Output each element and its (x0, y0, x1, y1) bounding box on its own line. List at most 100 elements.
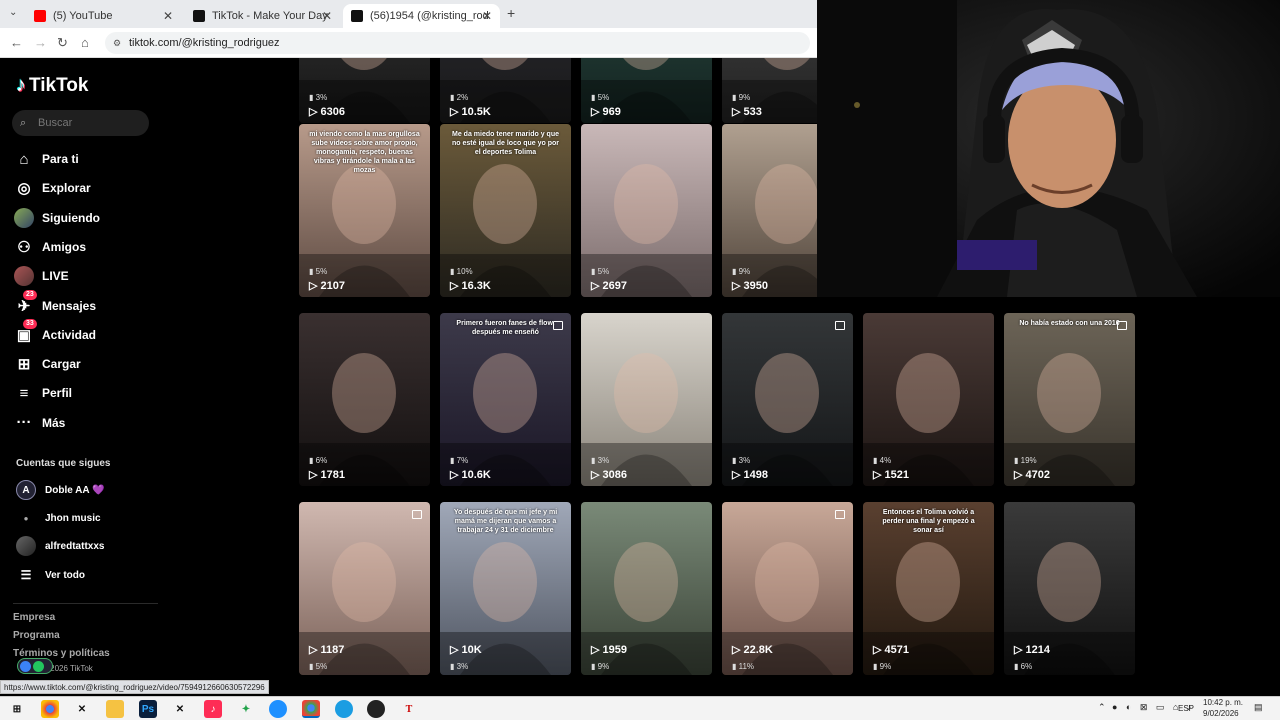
obs-icon[interactable] (367, 700, 385, 718)
tab-list-icon[interactable]: ⌄ (9, 7, 17, 18)
video-card[interactable]: ▮ 2% ▷ 10.5K (440, 58, 571, 123)
app-x2-icon[interactable]: ✕ (171, 700, 189, 718)
close-tab-icon[interactable]: ✕ (322, 9, 332, 23)
see-all-link[interactable]: ☰ Ver todo (16, 565, 85, 585)
video-card[interactable]: Me da miedo tener marido y que no esté i… (440, 124, 571, 297)
sidebar-item-m-s[interactable]: ··· Más (14, 413, 66, 433)
text-app-icon[interactable]: T (400, 700, 418, 718)
tab-title: (5) YouTube (53, 10, 113, 22)
percent-value: 10% (456, 267, 473, 276)
close-tab-icon[interactable]: ✕ (482, 9, 492, 23)
sidebar-item-para-ti[interactable]: ⌂ Para ti (14, 149, 78, 169)
percent-value: 6% (1020, 662, 1033, 671)
clock-date[interactable]: 9/02/2026 (1203, 709, 1239, 718)
floating-app-button[interactable] (17, 658, 53, 674)
url-field[interactable]: ⚙ tiktok.com/@kristing_rodriguez (105, 32, 810, 54)
notification-icon[interactable]: ▤ (1254, 702, 1263, 713)
windows-start-icon[interactable]: ⊞ (8, 700, 26, 718)
engagement-percent: ▮ 2% (450, 93, 468, 102)
sidebar-item-mensajes[interactable]: ✈ 23 Mensajes (14, 289, 96, 316)
footer-link-empresa[interactable]: Empresa (13, 612, 55, 623)
new-tab-icon[interactable]: + (507, 5, 515, 21)
chrome-active-icon[interactable] (302, 700, 320, 718)
sidebar-item-amigos[interactable]: ⚇ Amigos (14, 237, 86, 257)
photo-mode-icon (1117, 321, 1127, 330)
back-icon[interactable]: ← (10, 35, 23, 50)
file-explorer-icon[interactable] (106, 700, 124, 718)
photoshop-icon[interactable]: Ps (139, 700, 157, 718)
percent-value: 11% (738, 662, 755, 671)
sidebar-item-label: LIVE (42, 269, 69, 284)
view-count: ▷ 1214 (1014, 643, 1050, 656)
video-card[interactable]: Entonces el Tolima volvió a perder una f… (863, 502, 994, 675)
following-item[interactable]: A Doble AA 💜 (16, 480, 105, 500)
footer-link-programa[interactable]: Programa (13, 630, 60, 641)
video-card[interactable]: No había estado con una 2010 ▮ 19% ▷ 4702 (1004, 313, 1135, 486)
home-icon[interactable]: ⌂ (81, 35, 89, 50)
more-icon: ··· (16, 414, 32, 432)
search-input[interactable]: ⌕ Buscar (12, 110, 149, 136)
green-app-icon[interactable]: ✦ (237, 700, 255, 718)
video-card[interactable]: ▮ 3% ▷ 3086 (581, 313, 712, 486)
video-card[interactable]: ▮ 6% ▷ 1214 (1004, 502, 1135, 675)
view-count: ▷ 6306 (309, 105, 345, 118)
percent-value: 19% (1020, 456, 1037, 465)
video-card[interactable]: mi viendo como la mas orgullosa sube vid… (299, 124, 430, 297)
site-info-icon[interactable]: ⚙ (113, 32, 121, 54)
tiktok-icon (351, 10, 363, 22)
sidebar-item-perfil[interactable]: ≡ Perfil (14, 383, 72, 403)
tray-chevron-icon[interactable]: ⌃ (1098, 702, 1106, 713)
clock-time[interactable]: 10:42 p. m. (1203, 698, 1243, 707)
engagement-percent: ▮ 5% (591, 93, 609, 102)
bar-chart-icon: ▮ (732, 662, 739, 671)
engagement-percent: ▮ 3% (591, 456, 609, 465)
sidebar-item-cargar[interactable]: ⊞ Cargar (14, 354, 81, 374)
video-card[interactable]: ▮ 6% ▷ 1781 (299, 313, 430, 486)
edge-icon[interactable] (335, 700, 353, 718)
sidebar-item-actividad[interactable]: ▣ 33 Actividad (14, 318, 96, 345)
sidebar-item-live[interactable]: LIVE (14, 266, 69, 287)
engagement-percent: ▮ 3% (732, 456, 750, 465)
view-count-value: 10.6K (461, 469, 491, 481)
sidebar-item-explorar[interactable]: ◎ Explorar (14, 178, 90, 198)
video-card[interactable]: Primero fueron fanes de flow, después me… (440, 313, 571, 486)
view-count: ▷ 1959 (591, 643, 627, 656)
video-card[interactable]: ▮ 11% ▷ 22.8K (722, 502, 853, 675)
engagement-percent: ▮ 5% (309, 267, 327, 276)
video-card[interactable]: ▮ 4% ▷ 1521 (863, 313, 994, 486)
language-indicator[interactable]: ESP (1178, 704, 1194, 713)
tab-youtube[interactable]: (5) YouTube ✕ (26, 4, 181, 28)
following-item[interactable]: ● Jhon music (16, 508, 101, 528)
chrome-icon[interactable] (41, 700, 59, 718)
engagement-percent: ▮ 4% (873, 456, 891, 465)
tiktok-app-icon[interactable]: ♪ (204, 700, 222, 718)
video-card[interactable]: ▮ 3% ▷ 1498 (722, 313, 853, 486)
tiktok-logo[interactable]: ♪ TikTok (16, 74, 88, 97)
bar-chart-icon: ▮ (450, 93, 457, 102)
video-card[interactable]: ▮ 5% ▷ 1187 (299, 502, 430, 675)
tab-tiktok-profile[interactable]: (56)1954 (@kristing_rodriguez ✕ (343, 4, 500, 28)
forward-icon[interactable]: → (34, 35, 47, 50)
sidebar-item-siguiendo[interactable]: Siguiendo (14, 207, 100, 228)
close-tab-icon[interactable]: ✕ (163, 9, 173, 23)
following-item[interactable]: alfredtattxxs (16, 536, 104, 556)
view-count-value: 1498 (743, 469, 768, 481)
divider (13, 603, 158, 604)
play-icon: ▷ (309, 644, 321, 656)
video-card[interactable]: ▮ 5% ▷ 969 (581, 58, 712, 123)
windows-taskbar: ⊞ ✕ Ps ✕ ♪ ✦ T ⌃ ● ◐ ⊠ ▭ ⌂ ♪ ESP 10:42 p… (0, 696, 1280, 720)
bar-chart-icon: ▮ (732, 456, 739, 465)
app-x-icon[interactable]: ✕ (73, 700, 91, 718)
video-card[interactable]: ▮ 5% ▷ 2697 (581, 124, 712, 297)
reload-icon[interactable]: ↻ (57, 35, 68, 51)
blue-app-icon[interactable] (269, 700, 287, 718)
play-icon: ▷ (873, 469, 885, 481)
tab-tiktok-home[interactable]: TikTok - Make Your Day ✕ (185, 4, 340, 28)
video-card[interactable]: Yo después de que mi jefe y mi mamá me d… (440, 502, 571, 675)
video-card[interactable]: ▮ 3% ▷ 6306 (299, 58, 430, 123)
video-caption: mi viendo como la mas orgullosa sube vid… (309, 131, 420, 174)
video-card[interactable]: ▮ 9% ▷ 1959 (581, 502, 712, 675)
percent-value: 7% (456, 456, 469, 465)
browser-tab-bar: ⌄ (5) YouTube ✕ TikTok - Make Your Day ✕… (0, 0, 817, 28)
play-icon: ▷ (591, 644, 603, 656)
